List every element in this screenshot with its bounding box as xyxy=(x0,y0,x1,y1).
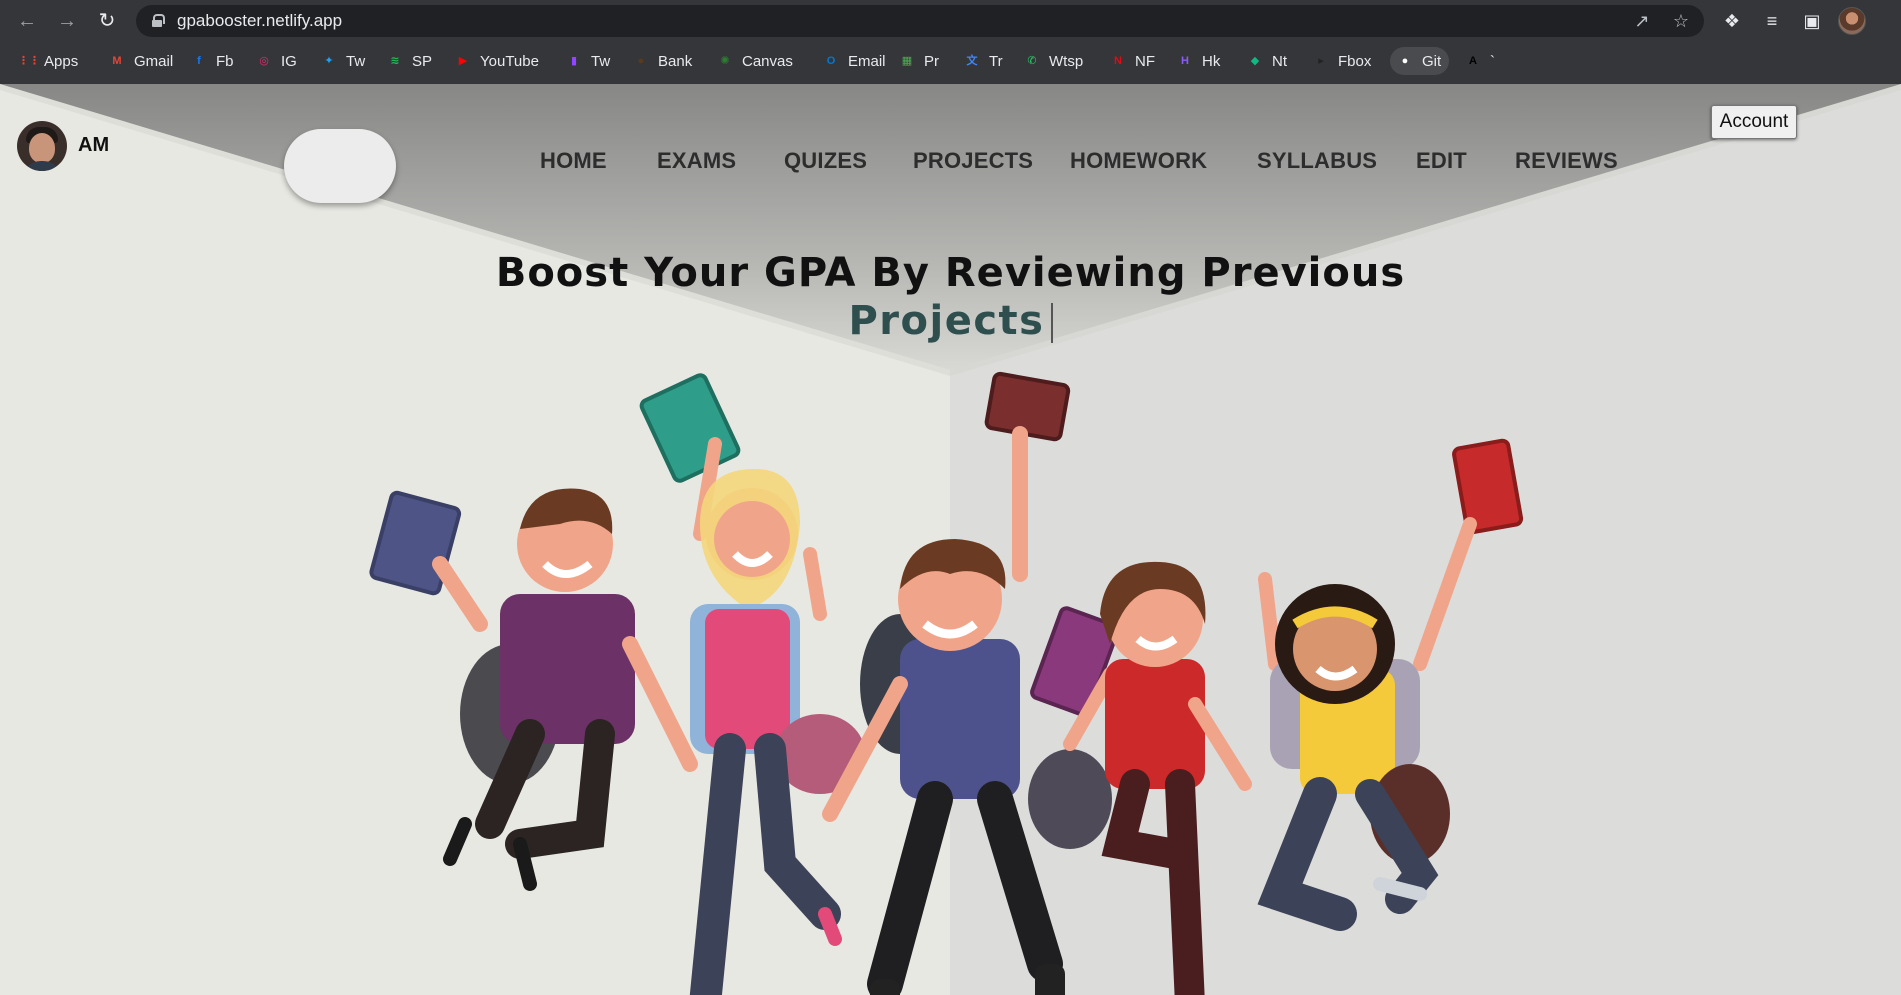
hero-background-illustration xyxy=(0,84,1901,995)
hero-typed-word: Projects xyxy=(848,298,1045,344)
apps-grid-icon: ⋮⋮ xyxy=(18,55,40,67)
bookmark-item[interactable]: ▶ YouTube xyxy=(454,47,539,75)
url-text[interactable]: gpabooster.netlify.app xyxy=(177,11,342,31)
browser-profile-avatar[interactable] xyxy=(1838,7,1866,35)
nav-exams[interactable]: EXAMS xyxy=(657,148,736,174)
student-4-figure xyxy=(1028,561,1252,995)
student-5-figure xyxy=(1257,438,1524,931)
lock-icon xyxy=(152,14,165,27)
outlook-icon: O xyxy=(826,55,836,67)
notion-diamond-icon: ◆ xyxy=(1250,55,1260,67)
font-a-icon: A xyxy=(1469,55,1477,67)
whatsapp-icon: ✆ xyxy=(1027,55,1037,67)
bookmark-label: ` xyxy=(1490,52,1495,70)
typing-caret xyxy=(1050,303,1053,343)
hackerrank-icon: H xyxy=(1181,55,1189,67)
nav-home[interactable]: HOME xyxy=(540,148,607,174)
bookmark-label: Fbox xyxy=(1338,52,1372,70)
bookmark-item[interactable]: ◆ Nt xyxy=(1246,47,1287,75)
bookmark-item[interactable]: 文 Tr xyxy=(963,47,1003,75)
back-arrow-icon[interactable]: ← xyxy=(14,8,40,34)
bookmark-item[interactable]: A ` xyxy=(1464,47,1495,75)
reload-icon[interactable]: ↻ xyxy=(94,8,120,34)
bookmark-label: IG xyxy=(281,52,297,70)
bookmark-item[interactable]: ≋ SP xyxy=(386,47,432,75)
bookmark-label: Canvas xyxy=(742,52,793,70)
bookmark-label: NF xyxy=(1135,52,1155,70)
side-panel-icon[interactable]: ▣ xyxy=(1799,8,1825,34)
nav-quizes[interactable]: QUIZES xyxy=(784,148,867,174)
user-avatar[interactable] xyxy=(17,121,67,171)
bookmark-item[interactable]: ▦ Pr xyxy=(898,47,939,75)
twitch-icon: ▮ xyxy=(570,55,578,67)
bookmark-label: Pr xyxy=(924,52,939,70)
page-content: AM HOME EXAMS QUIZES PROJECTS HOMEWORK S… xyxy=(0,84,1901,995)
bank-icon: ● xyxy=(637,55,645,67)
canvas-icon: ✺ xyxy=(720,55,730,67)
student-1-figure xyxy=(369,488,698,891)
address-bar[interactable]: gpabooster.netlify.app ↗ ☆ xyxy=(136,5,1704,37)
facebook-icon: f xyxy=(197,55,201,67)
jumping-students-illustration xyxy=(369,371,1524,995)
nav-homework[interactable]: HOMEWORK xyxy=(1070,148,1207,174)
netflix-icon: N xyxy=(1114,55,1122,67)
bookmark-label: Hk xyxy=(1202,52,1221,70)
bookmark-label: YouTube xyxy=(480,52,539,70)
bookmark-label: Tr xyxy=(989,52,1003,70)
twitter-icon: ✦ xyxy=(324,55,334,67)
extensions-puzzle-icon[interactable]: ❖ xyxy=(1719,8,1745,34)
nav-edit[interactable]: EDIT xyxy=(1416,148,1467,174)
account-button[interactable]: Account xyxy=(1711,105,1797,139)
nav-projects[interactable]: PROJECTS xyxy=(913,148,1033,174)
bookmark-label: Nt xyxy=(1272,52,1287,70)
bookmark-label: Tw xyxy=(591,52,611,70)
bookmark-label: Fb xyxy=(216,52,234,70)
forward-arrow-icon[interactable]: → xyxy=(54,8,80,34)
browser-chrome: ← → ↻ gpabooster.netlify.app ↗ ☆ ❖ ≡ ▣ ⋮… xyxy=(0,0,1901,84)
user-initials: AM xyxy=(78,134,110,156)
bookmark-item[interactable]: ✺ Canvas xyxy=(716,47,793,75)
bookmark-item[interactable]: H Hk xyxy=(1176,47,1220,75)
bookmark-item[interactable]: ● Git xyxy=(1390,47,1450,75)
bookmarks-bar: ⋮⋮ Apps M Gmail f Fb ◎ IG ✦ Tw ≋ SP ▶ YouTube ▮ Tw ● Bank… xyxy=(0,47,1901,75)
bookmark-item[interactable]: ◎ IG xyxy=(255,47,297,75)
gmail-icon: M xyxy=(112,55,122,67)
translate-icon: 文 xyxy=(966,55,978,67)
bookmark-label: Git xyxy=(1422,52,1442,70)
share-icon[interactable]: ↗ xyxy=(1631,10,1653,32)
bookmark-item[interactable]: ⋮⋮ Apps xyxy=(18,47,78,75)
bookmark-item[interactable]: N NF xyxy=(1109,47,1155,75)
bookmark-label: Tw xyxy=(346,52,366,70)
bookmark-item[interactable]: ▮ Tw xyxy=(565,47,610,75)
nav-reviews[interactable]: REVIEWS xyxy=(1515,148,1618,174)
github-icon: ● xyxy=(1401,55,1409,67)
bookmark-item[interactable]: f Fb xyxy=(190,47,234,75)
bookmark-label: Gmail xyxy=(134,52,174,70)
theme-toggle-button[interactable] xyxy=(284,129,396,203)
student-2-figure xyxy=(639,373,865,995)
hero-typed-text: Projects xyxy=(0,298,1901,344)
sheet-icon: ▦ xyxy=(901,55,913,67)
bookmark-star-icon[interactable]: ☆ xyxy=(1670,10,1692,32)
youtube-icon: ▶ xyxy=(458,55,468,67)
spotify-icon: ≋ xyxy=(390,55,400,67)
bookmark-item[interactable]: ● Bank xyxy=(632,47,693,75)
bookmark-item[interactable]: O Email xyxy=(822,47,886,75)
bookmark-label: SP xyxy=(412,52,433,70)
bookmark-item[interactable]: ✦ Tw xyxy=(320,47,365,75)
media-queue-icon[interactable]: ≡ xyxy=(1759,8,1785,34)
bookmark-label: Bank xyxy=(658,52,693,70)
bookmark-label: Wtsp xyxy=(1049,52,1084,70)
hero-title: Boost Your GPA By Reviewing Previous xyxy=(495,250,1406,296)
bookmark-label: Apps xyxy=(44,52,79,70)
bookmark-item[interactable]: ✆ Wtsp xyxy=(1023,47,1083,75)
nav-syllabus[interactable]: SYLLABUS xyxy=(1257,148,1377,174)
instagram-icon: ◎ xyxy=(259,55,269,67)
bookmark-item[interactable]: ▸ Fbox xyxy=(1312,47,1371,75)
fbox-play-icon: ▸ xyxy=(1318,55,1324,67)
browser-toolbar: ← → ↻ gpabooster.netlify.app ↗ ☆ ❖ ≡ ▣ xyxy=(0,0,1901,42)
bookmark-item[interactable]: M Gmail xyxy=(108,47,173,75)
bookmark-label: Email xyxy=(848,52,886,70)
